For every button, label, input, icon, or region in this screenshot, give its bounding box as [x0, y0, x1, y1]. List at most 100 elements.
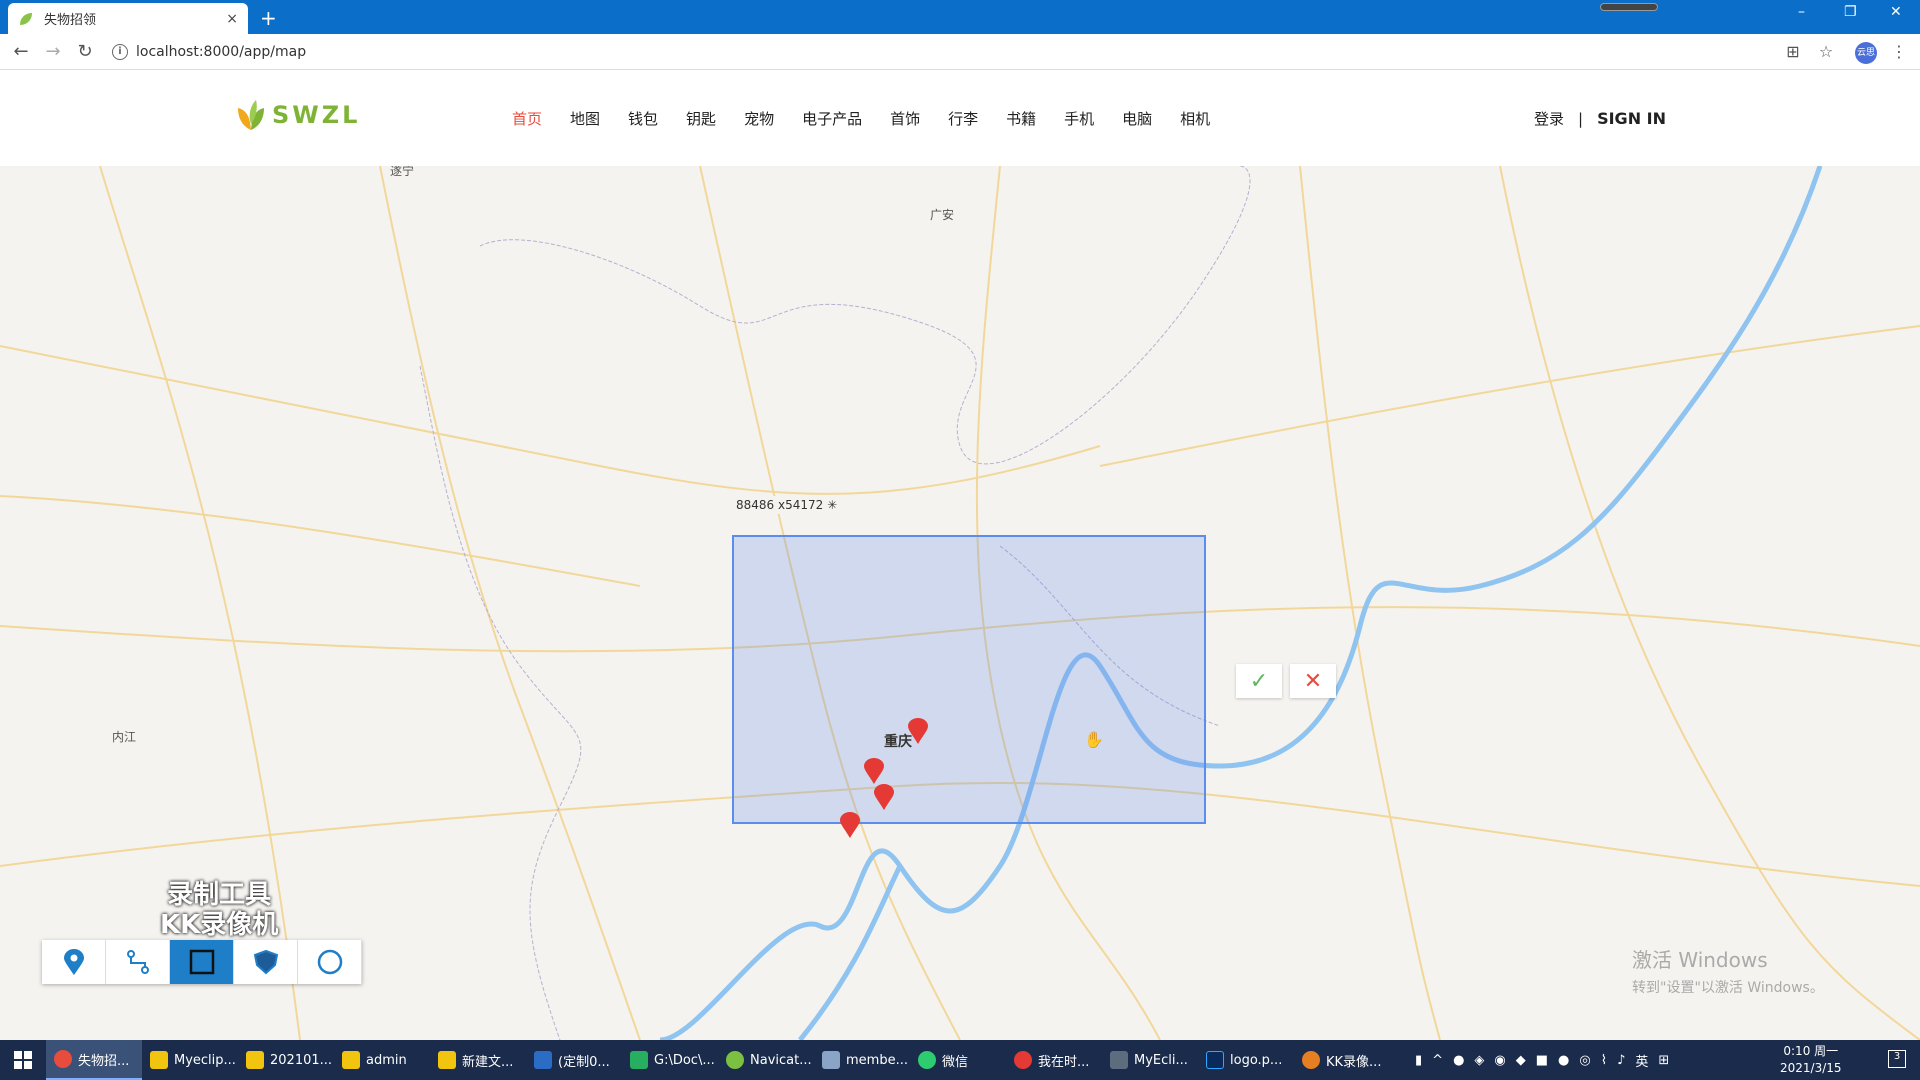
location-marker-icon[interactable]: [864, 758, 884, 784]
taskbar-item-myeclipse[interactable]: MyEcli...: [1102, 1040, 1198, 1080]
taskbar-item-folder-202101[interactable]: 202101...: [238, 1040, 334, 1080]
nav-phones[interactable]: 手机: [1064, 108, 1094, 129]
chevron-up-icon[interactable]: ^: [1432, 1053, 1443, 1068]
login-link[interactable]: 登录: [1534, 108, 1564, 129]
nav-electronics[interactable]: 电子产品: [802, 108, 862, 129]
windows-start-icon[interactable]: [0, 1040, 46, 1080]
nav-computers[interactable]: 电脑: [1122, 108, 1152, 129]
taskbar-item-navicat[interactable]: Navicat...: [718, 1040, 814, 1080]
location-marker-icon[interactable]: [908, 718, 928, 744]
site-info-icon[interactable]: i: [112, 44, 128, 60]
recording-indicator: [1600, 3, 1658, 11]
taskbar-item-wechat[interactable]: 微信: [910, 1040, 1006, 1080]
volume-icon[interactable]: ♪: [1617, 1053, 1625, 1068]
nav-jewelry[interactable]: 首饰: [890, 108, 920, 129]
new-tab-button[interactable]: +: [260, 6, 277, 30]
bookmark-star-icon[interactable]: ☆: [1817, 43, 1835, 61]
tray-app-icon[interactable]: ◆: [1516, 1053, 1526, 1068]
location-marker-icon[interactable]: [874, 784, 894, 810]
auth-separator: |: [1578, 109, 1584, 128]
rectangle-tool-button[interactable]: [170, 940, 234, 984]
nav-wallet[interactable]: 钱包: [628, 108, 658, 129]
signin-link[interactable]: SIGN IN: [1597, 109, 1666, 128]
menu-kebab-icon[interactable]: ⋮: [1890, 43, 1908, 61]
browser-tab[interactable]: 失物招领 ×: [8, 3, 248, 34]
translate-icon[interactable]: ⊞: [1784, 43, 1802, 61]
reload-icon[interactable]: ↻: [74, 41, 96, 63]
notification-center-icon[interactable]: 3: [1888, 1050, 1906, 1068]
confirm-check-icon[interactable]: ✓: [1236, 664, 1282, 698]
forward-arrow-icon[interactable]: →: [42, 41, 64, 63]
taskbar-item-new-text[interactable]: 新建文...: [430, 1040, 526, 1080]
route-icon: [126, 950, 149, 974]
profile-avatar[interactable]: 云思: [1855, 42, 1877, 64]
tab-close-icon[interactable]: ×: [226, 11, 238, 27]
nav-cameras[interactable]: 相机: [1180, 108, 1210, 129]
activation-title: 激活 Windows: [1632, 948, 1768, 972]
watermark-line2: KK录像机: [160, 910, 279, 940]
url-field[interactable]: i localhost:8000/app/map: [112, 38, 1792, 66]
location-marker-icon[interactable]: [840, 812, 860, 838]
photoshop-icon: [1206, 1051, 1224, 1069]
taskbar-label: 微信: [942, 1054, 969, 1070]
site-logo[interactable]: SWZL: [234, 98, 360, 132]
taskbar-label: 202101...: [270, 1052, 333, 1068]
close-window-button[interactable]: ✕: [1890, 4, 1902, 20]
keyboard-icon[interactable]: ⊞: [1658, 1053, 1669, 1068]
address-bar: ← → ↻ i localhost:8000/app/map ⊞ ☆ 云思 ⋮: [0, 34, 1920, 70]
restore-button[interactable]: ❐: [1844, 4, 1857, 20]
taskbar-label: Navicat...: [750, 1052, 812, 1068]
city-label-guangan: 广安: [930, 208, 955, 222]
nav-pets[interactable]: 宠物: [744, 108, 774, 129]
taskbar-item-kk-recorder[interactable]: KK录像...: [1294, 1040, 1390, 1080]
shield-icon: [253, 949, 278, 975]
polyline-tool-button[interactable]: [106, 940, 170, 984]
back-arrow-icon[interactable]: ←: [10, 41, 32, 63]
tray-app-icon[interactable]: ◉: [1494, 1053, 1505, 1068]
taskbar-item-chrome[interactable]: 失物招...: [46, 1040, 142, 1080]
taskbar-item-member[interactable]: membe...: [814, 1040, 910, 1080]
circle-tool-button[interactable]: [298, 940, 362, 984]
main-nav: 首页 地图 钱包 钥匙 宠物 电子产品 首饰 行李 书籍 手机 电脑 相机: [512, 108, 1238, 129]
network-icon[interactable]: ⌇: [1601, 1053, 1607, 1068]
netease-music-icon: [1014, 1051, 1032, 1069]
marker-tool-button[interactable]: [42, 940, 106, 984]
minimize-button[interactable]: –: [1798, 4, 1805, 20]
tray-app-icon[interactable]: ◎: [1579, 1053, 1590, 1068]
recorder-watermark: 录制工具 KK录像机: [160, 880, 278, 940]
folder-icon: [150, 1051, 168, 1069]
taskbar-label: admin: [366, 1052, 407, 1068]
logo-text: SWZL: [272, 101, 361, 129]
rectangle-selection[interactable]: 重庆: [732, 535, 1206, 824]
tray-app-icon[interactable]: ■: [1536, 1053, 1548, 1068]
taskbar-item-netease[interactable]: 我在时...: [1006, 1040, 1102, 1080]
chrome-icon: [54, 1050, 72, 1068]
cancel-x-icon[interactable]: ✕: [1290, 664, 1336, 698]
nav-books[interactable]: 书籍: [1006, 108, 1036, 129]
taskbar-item-myeclipse-folder[interactable]: Myeclip...: [142, 1040, 238, 1080]
ime-indicator[interactable]: 英: [1635, 1051, 1648, 1070]
taskbar-label: Myeclip...: [174, 1052, 236, 1068]
nav-luggage[interactable]: 行李: [948, 108, 978, 129]
kk-recorder-icon: [1302, 1051, 1320, 1069]
nav-home[interactable]: 首页: [512, 108, 542, 129]
taskbar-label: membe...: [846, 1052, 908, 1068]
map-canvas[interactable]: 遂宁 广安 内江 88486 x54172 ✳ 重庆 ✓ ✕ ✋ 录制工具 KK…: [0, 166, 1920, 1040]
tray-app-icon[interactable]: ●: [1453, 1053, 1464, 1068]
tray-app-icon[interactable]: ●: [1558, 1053, 1569, 1068]
tray-app-icon[interactable]: ◈: [1474, 1053, 1484, 1068]
taskbar-label: KK录像...: [1326, 1054, 1382, 1070]
system-tray: ▮ ^ ● ◈ ◉ ◆ ■ ● ◎ ⌇ ♪ 英 ⊞: [1410, 1040, 1674, 1080]
polygon-tool-button[interactable]: [234, 940, 298, 984]
taskbar-item-custom[interactable]: (定制0...: [526, 1040, 622, 1080]
folder-icon: [342, 1051, 360, 1069]
taskbar-label: (定制0...: [558, 1054, 610, 1070]
nav-map[interactable]: 地图: [570, 108, 600, 129]
taskbar-item-photoshop[interactable]: logo.p...: [1198, 1040, 1294, 1080]
nav-keys[interactable]: 钥匙: [686, 108, 716, 129]
circle-icon: [317, 949, 342, 975]
system-clock[interactable]: 0:10 周一 2021/3/15: [1780, 1043, 1842, 1077]
taskbar-item-admin[interactable]: admin: [334, 1040, 430, 1080]
taskbar-item-gdoc[interactable]: G:\Doc\...: [622, 1040, 718, 1080]
battery-icon[interactable]: ▮: [1415, 1053, 1422, 1068]
